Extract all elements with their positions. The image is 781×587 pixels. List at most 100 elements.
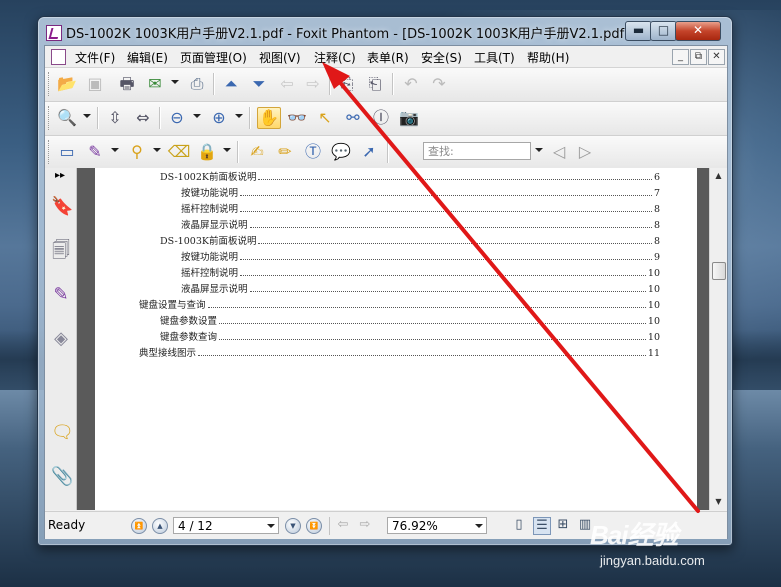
menu-tools[interactable]: 工具(T) (474, 49, 515, 66)
document-icon[interactable] (51, 49, 66, 65)
search-dropdown-icon[interactable] (535, 148, 543, 152)
foxit-app-icon[interactable] (46, 25, 62, 41)
extract-page-icon[interactable]: ⎘ (335, 73, 359, 95)
title-bar[interactable]: DS-1002K 1003K用户手册V2.1.pdf - Foxit Phant… (38, 17, 732, 45)
lock-dropdown-icon[interactable] (223, 148, 231, 152)
eraser-icon[interactable]: ⌫ (167, 141, 191, 163)
menu-file[interactable]: 文件(F) (75, 49, 115, 66)
next-page-button-icon[interactable]: ▼ (285, 518, 301, 534)
toolbar-grip[interactable] (48, 140, 52, 164)
textbox-icon[interactable]: Ⓣ (301, 141, 325, 163)
toc-entry[interactable]: 键盘参数设置 10 (160, 312, 660, 327)
zoom-select-dropdown-icon[interactable] (475, 524, 483, 528)
typewriter-icon[interactable]: Ⓘ (369, 107, 393, 129)
pencil-dropdown-icon[interactable] (111, 148, 119, 152)
undo-icon[interactable]: ↶ (399, 73, 423, 95)
toc-entry[interactable]: 摇杆控制说明 8 (181, 200, 660, 215)
page-number-input[interactable]: 4 / 12 (173, 517, 279, 534)
select-text-icon[interactable]: ↖ (313, 107, 337, 129)
stamp-dropdown-icon[interactable] (153, 148, 161, 152)
comment-icon[interactable]: 💬 (329, 141, 353, 163)
next-page-icon[interactable]: ⏷ (247, 73, 271, 95)
doc-restore-button[interactable]: ⧉ (690, 49, 707, 65)
toc-entry[interactable]: DS-1002K前面板说明 6 (160, 168, 660, 183)
find-binoculars-icon[interactable]: ⚯ (341, 107, 365, 129)
find-previous-icon[interactable]: ◁ (547, 141, 571, 163)
note-edit-icon[interactable]: ✍ (245, 141, 269, 163)
previous-view-icon[interactable]: ⇦ (335, 517, 351, 533)
zoom-in-dropdown-icon[interactable] (235, 114, 243, 118)
find-next-icon[interactable]: ▷ (573, 141, 597, 163)
doc-close-button[interactable]: ✕ (708, 49, 725, 65)
toc-entry[interactable]: 键盘设置与查询 10 (139, 296, 660, 311)
toc-entry[interactable]: DS-1003K前面板说明 8 (160, 232, 660, 247)
fit-width-icon[interactable]: ⇔ (131, 107, 155, 129)
toc-entry[interactable]: 键盘参数查询 10 (160, 328, 660, 343)
menu-view[interactable]: 视图(V) (259, 49, 301, 66)
insert-page-icon[interactable]: ⎗ (363, 73, 387, 95)
loupe-icon[interactable]: 👓 (285, 107, 309, 129)
menu-security[interactable]: 安全(S) (421, 49, 462, 66)
toc-entry[interactable]: 摇杆控制说明 10 (181, 264, 660, 279)
previous-page-icon[interactable]: ⏶ (219, 73, 243, 95)
print-icon[interactable]: 🖶 (115, 73, 139, 95)
close-button[interactable]: ✕ (675, 21, 721, 41)
scroll-up-icon[interactable]: ▲ (710, 168, 727, 184)
back-view-icon[interactable]: ⇦ (275, 73, 299, 95)
vertical-scrollbar[interactable]: ▲ ▼ (709, 168, 727, 510)
scroll-down-icon[interactable]: ▼ (710, 494, 727, 510)
save-icon[interactable]: ▣ (83, 73, 107, 95)
stamp-icon[interactable]: ⚲ (125, 141, 149, 163)
email-dropdown-icon[interactable] (171, 80, 179, 84)
continuous-page-icon[interactable]: ☰ (533, 517, 551, 535)
toc-entry[interactable]: 液晶屏显示说明 10 (181, 280, 660, 295)
menu-help[interactable]: 帮助(H) (527, 49, 569, 66)
search-input[interactable]: 查找: (423, 142, 531, 160)
arrow-tool-icon[interactable]: ➚ (357, 141, 381, 163)
forward-view-icon[interactable]: ⇨ (301, 73, 325, 95)
last-page-icon[interactable]: ⏬ (306, 518, 322, 534)
zoom-in-circle-icon[interactable]: ⊕ (207, 107, 231, 129)
pencil-icon[interactable]: ✎ (83, 141, 107, 163)
first-page-icon[interactable]: ⏫ (131, 518, 147, 534)
scroll-thumb[interactable] (712, 262, 726, 280)
page-dropdown-icon[interactable] (267, 524, 275, 528)
attachments-icon[interactable]: 📎 (51, 466, 73, 488)
zoom-out-dropdown-icon[interactable] (193, 114, 201, 118)
menu-form[interactable]: 表单(R) (367, 49, 409, 66)
toc-entry[interactable]: 按键功能说明 7 (181, 184, 660, 199)
toc-entry[interactable]: 液晶屏显示说明 8 (181, 216, 660, 231)
zoom-dropdown-icon[interactable] (83, 114, 91, 118)
email-icon[interactable]: ✉ (143, 73, 167, 95)
document-view[interactable]: DS-1002K前面板说明 6 按键功能说明 7 摇杆控制说明 8 液晶屏显示说明 8 … (77, 168, 709, 510)
menu-comment[interactable]: 注释(C) (314, 49, 356, 66)
pdf-page[interactable]: DS-1002K前面板说明 6 按键功能说明 7 摇杆控制说明 8 液晶屏显示说明 8 … (95, 168, 697, 510)
hand-tool-icon[interactable]: ✋ (257, 107, 281, 129)
minimize-button[interactable]: ▬ (625, 21, 652, 41)
fit-page-icon[interactable]: ⇳ (103, 107, 127, 129)
signature-icon[interactable]: ✎ (51, 284, 71, 306)
bookmarks-icon[interactable]: 🔖 (51, 196, 73, 218)
scan-icon[interactable]: ⎙ (185, 73, 209, 95)
menu-edit[interactable]: 编辑(E) (127, 49, 168, 66)
zoom-out-icon[interactable]: ⊖ (165, 107, 189, 129)
previous-page-button-icon[interactable]: ▲ (152, 518, 168, 534)
snapshot-icon[interactable]: 📷 (397, 107, 421, 129)
layers-icon[interactable]: ◈ (51, 328, 71, 350)
toc-entry[interactable]: 按键功能说明 9 (181, 248, 660, 263)
toc-entry[interactable]: 典型接线图示 11 (139, 344, 660, 359)
single-page-icon[interactable]: ▯ (511, 517, 527, 533)
redo-icon[interactable]: ↷ (427, 73, 451, 95)
expand-panel-icon[interactable]: ▸▸ (55, 170, 65, 181)
lock-icon[interactable]: 🔒 (195, 141, 219, 163)
zoom-select[interactable]: 76.92% (387, 517, 487, 534)
zoom-in-icon[interactable]: 🔍 (55, 107, 79, 129)
rectangle-icon[interactable]: ▭ (55, 141, 79, 163)
toolbar-grip[interactable] (48, 72, 52, 96)
facing-pages-icon[interactable]: ⊞ (555, 517, 571, 533)
maximize-button[interactable]: □ (650, 21, 677, 41)
pages-thumbnail-icon[interactable]: 🗐 (51, 240, 71, 262)
next-view-icon[interactable]: ⇨ (357, 517, 373, 533)
open-folder-icon[interactable]: 📂 (55, 73, 79, 95)
doc-minimize-button[interactable]: _ (672, 49, 689, 65)
